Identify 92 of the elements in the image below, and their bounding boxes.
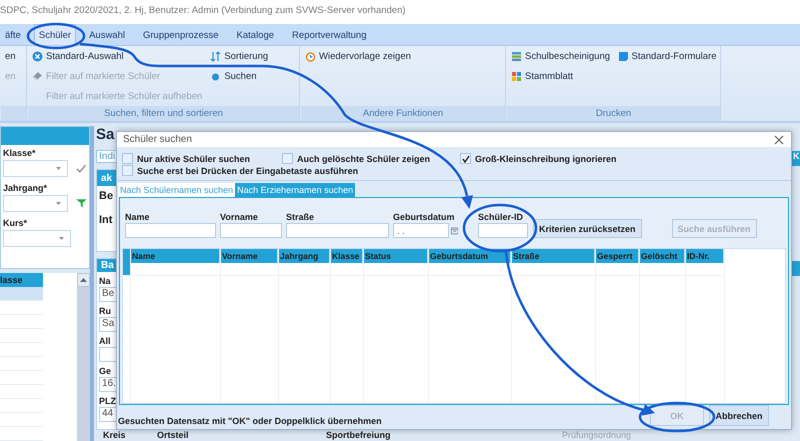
column-header[interactable]: Status <box>364 249 428 263</box>
column-header[interactable]: Klasse <box>331 249 363 263</box>
field-label: Prüfungsordnung <box>562 430 632 441</box>
menu-tab[interactable]: äfte <box>0 24 26 45</box>
funnel-icon <box>76 198 87 209</box>
ribbon-button[interactable]: Schulbescheinigung <box>511 51 610 62</box>
filter-label: Kurs* <box>3 218 28 228</box>
checkbox[interactable] <box>122 153 133 164</box>
colored-grid-icon <box>511 71 522 82</box>
ribbon-button[interactable]: Sortierung <box>210 51 268 62</box>
dropdown[interactable] <box>3 195 68 212</box>
annotation-ellipse <box>26 22 86 50</box>
filter-label: Jahrgang* <box>3 183 48 193</box>
input-field[interactable] <box>286 223 389 238</box>
checkbox[interactable] <box>282 153 293 164</box>
calendar-icon <box>450 226 458 235</box>
field-label: Geburtsdatum <box>393 212 456 222</box>
field-label: Vorname <box>220 212 259 222</box>
column-header[interactable]: Vorname <box>221 249 278 263</box>
checkbox-label: Groß-Kleinschreibung ignorieren <box>475 154 617 164</box>
caret-icon <box>59 237 64 240</box>
dot-icon <box>210 71 222 82</box>
field-label: Na <box>99 276 111 286</box>
date-field[interactable]: . . <box>393 223 448 238</box>
caret-icon <box>56 202 62 205</box>
tab[interactable]: Nach Erziehernamen suchen <box>235 183 356 197</box>
column-header[interactable]: Gelöscht <box>640 249 685 263</box>
dropdown[interactable] <box>3 230 71 247</box>
menu-tab[interactable]: Auswahl <box>84 24 130 45</box>
list-row[interactable] <box>0 287 43 301</box>
column-header[interactable]: ID-Nr. <box>686 249 724 263</box>
dialog-title: Schüler suchen <box>123 134 192 145</box>
group-title: Drucken <box>507 106 720 121</box>
dropdown[interactable] <box>3 160 68 177</box>
column-header[interactable]: Name <box>131 249 220 263</box>
input-field[interactable] <box>125 223 216 238</box>
ribbon-button[interactable]: Standard-Formulare <box>618 51 716 62</box>
input-field[interactable] <box>478 223 528 238</box>
column-header[interactable]: Gesperrt <box>596 249 639 263</box>
hint-text: Gesuchten Datensatz mit "OK" oder Doppelklick übernehmen <box>118 416 382 426</box>
close-icon <box>774 134 784 144</box>
detail-title: Sa <box>96 126 114 145</box>
stacked-books-icon <box>511 51 522 62</box>
checkmark-icon <box>462 154 470 162</box>
action-button[interactable]: Kriterien zurücksetzen <box>533 219 642 238</box>
checkbox-label: Nur aktive Schüler suchen <box>137 154 250 164</box>
close-button[interactable] <box>773 134 785 146</box>
field-label: All <box>99 336 111 346</box>
check-icon <box>76 163 87 174</box>
field-label: Ru <box>99 306 111 316</box>
close-circle-icon <box>32 51 43 62</box>
scrollbar[interactable] <box>77 273 90 441</box>
ribbon-button[interactable]: Suchen <box>210 71 268 82</box>
menu-tab[interactable]: Gruppenprozesse <box>138 24 224 45</box>
row-indicator[interactable] <box>123 263 130 276</box>
alarm-clock-icon <box>305 51 316 62</box>
checkbox[interactable] <box>460 153 471 164</box>
filter-label: Klasse* <box>3 148 37 158</box>
field-label: Ortsteil <box>157 430 190 441</box>
group-title: Andere Funktionen <box>301 106 505 121</box>
pin-icon <box>32 71 43 82</box>
ribbon-button[interactable]: Stammblatt <box>511 71 610 82</box>
form-sheet-icon <box>618 51 629 62</box>
input-field[interactable] <box>220 223 282 238</box>
up-arrow-icon <box>80 278 87 282</box>
field-label: Name <box>125 212 151 222</box>
column-header[interactable]: Geburtsdatum <box>429 249 511 263</box>
tab[interactable]: Nach Schülernamen suchen <box>118 183 236 197</box>
menu-tab[interactable]: Kataloge <box>232 24 280 45</box>
column-header[interactable]: Straße <box>512 249 595 263</box>
menu-tab[interactable]: Reportverwaltung <box>287 24 372 45</box>
field-label: Sportbefreiung <box>326 430 392 441</box>
checkbox[interactable] <box>122 165 133 176</box>
ribbon-button[interactable]: Wiedervorlage zeigen <box>305 51 411 62</box>
section-heading: Int <box>99 214 112 226</box>
dialog-button[interactable]: Abbrechen <box>709 405 769 426</box>
ribbon-button[interactable]: en <box>5 51 16 62</box>
field-label: Straße <box>286 212 316 222</box>
section-heading: Be <box>99 190 114 202</box>
field-label: Ge <box>99 366 112 376</box>
ribbon-button[interactable]: Standard-Auswahl <box>32 51 202 62</box>
group-title: Suchen, filtern und sortieren <box>28 106 299 121</box>
caret-icon <box>56 167 62 170</box>
column-header[interactable]: lasse <box>0 273 43 287</box>
checkbox-label: Auch gelöschte Schüler zeigen <box>297 154 430 164</box>
sort-arrows-icon <box>210 51 222 62</box>
field-label: PLZ <box>99 396 116 406</box>
header-corner <box>123 249 130 263</box>
field-label: Kreis <box>103 430 127 441</box>
column-header[interactable]: Jahrgang <box>279 249 330 263</box>
field-label: Schüler-ID <box>478 212 524 222</box>
window-title: SDPC, Schuljahr 2020/2021, 2. Hj, Benutzer: Admin (Verbindung zum SVWS-Server vorhanden) <box>0 4 406 16</box>
